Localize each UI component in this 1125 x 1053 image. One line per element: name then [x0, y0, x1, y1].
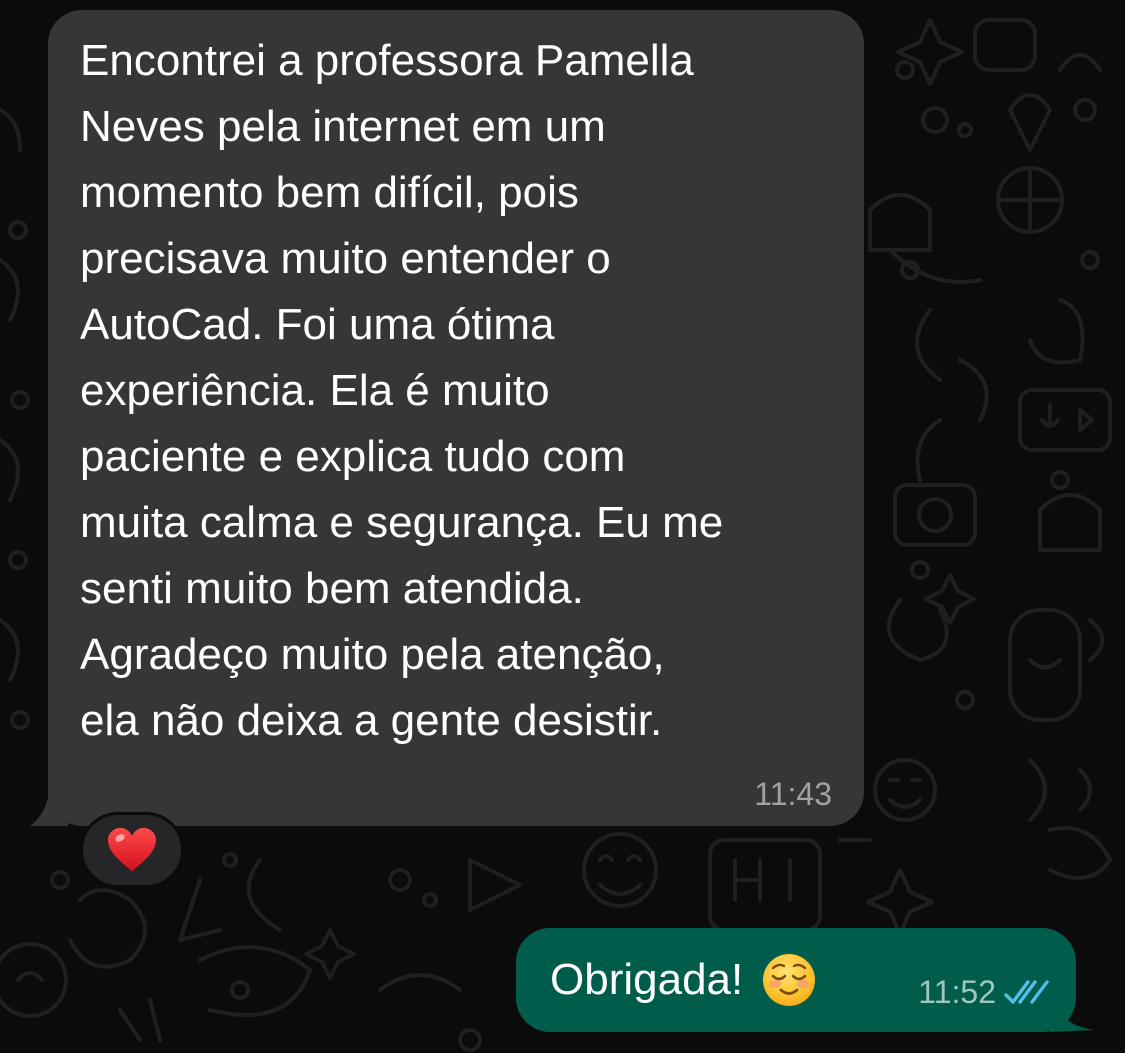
- message-reaction[interactable]: [80, 812, 184, 888]
- incoming-message-text: Encontrei a professora Pamella Neves pel…: [80, 36, 724, 745]
- read-double-check-icon: [1004, 979, 1049, 1004]
- outgoing-message-text: Obrigada!: [550, 955, 744, 1004]
- incoming-message-time: 11:43: [754, 776, 832, 812]
- outgoing-message-bubble[interactable]: Obrigada! 11:52: [516, 928, 1076, 1032]
- outgoing-message-content: Obrigada!: [550, 952, 817, 1008]
- outgoing-message-time: 11:52: [918, 974, 996, 1010]
- heart-icon: [108, 828, 156, 871]
- outgoing-message-meta: 11:52: [918, 974, 1050, 1011]
- smiling-face-icon: [763, 954, 816, 1006]
